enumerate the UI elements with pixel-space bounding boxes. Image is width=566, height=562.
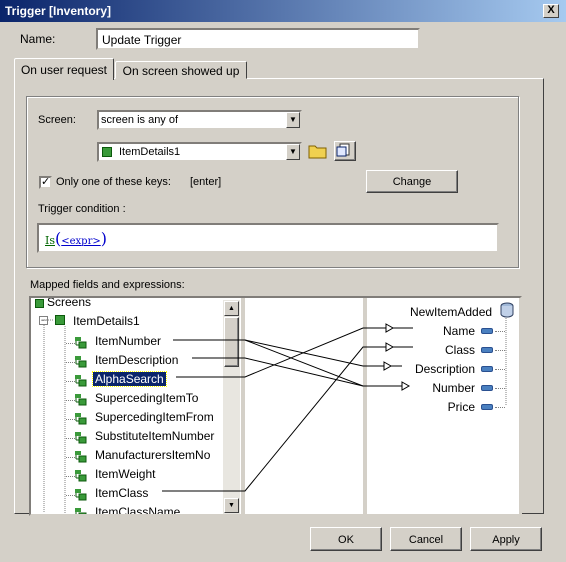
target-branch: [495, 331, 505, 332]
scroll-down-icon[interactable]: ▼: [224, 498, 239, 513]
only-keys-checkbox[interactable]: ✓: [39, 176, 52, 189]
tree-branch: [66, 457, 75, 458]
source-tree[interactable]: Screens − ItemDetails1 ItemNumber ItemDes…: [31, 298, 241, 514]
name-label: Name:: [20, 32, 56, 46]
cancel-button[interactable]: Cancel: [390, 527, 462, 551]
tree-branch: [66, 400, 75, 401]
tree-lines: [43, 319, 66, 513]
close-button[interactable]: X: [543, 4, 559, 18]
trigger-condition-label: Trigger condition :: [38, 203, 126, 215]
target-branch: [495, 369, 505, 370]
ok-button[interactable]: OK: [310, 527, 382, 551]
screen-label: Screen:: [38, 114, 76, 126]
window-title: Trigger [Inventory]: [5, 4, 112, 18]
close-icon: X: [547, 4, 555, 16]
chevron-down-icon[interactable]: ▼: [286, 112, 300, 128]
chevron-down-icon[interactable]: ▼: [286, 144, 300, 160]
tree-branch: [66, 381, 75, 382]
mapped-label: Mapped fields and expressions:: [30, 279, 185, 291]
tree-branch: [66, 476, 75, 477]
field-type-icon: [481, 404, 493, 410]
tab-on-user-request[interactable]: On user request: [14, 58, 114, 80]
tab-on-screen-showed-up[interactable]: On screen showed up: [115, 61, 247, 79]
tree-branch: [66, 419, 75, 420]
field-type-icon: [481, 366, 493, 372]
field-icon: [75, 432, 87, 444]
field-icon: [75, 451, 87, 463]
condition-close-paren: ): [100, 229, 107, 248]
link-canvas: [245, 298, 363, 514]
field-icon: [75, 508, 87, 514]
name-input[interactable]: Update Trigger: [96, 28, 420, 50]
screen-icon: [102, 147, 112, 157]
tree-field-item[interactable]: ItemClass: [93, 486, 150, 500]
field-icon: [75, 375, 87, 387]
target-field[interactable]: Price: [448, 400, 475, 414]
target-field[interactable]: Class: [445, 343, 475, 357]
screen-mode-value: screen is any of: [101, 114, 179, 126]
tree-branch: [66, 438, 75, 439]
tree-field-item[interactable]: ItemDescription: [93, 353, 180, 367]
only-keys-label: Only one of these keys:: [56, 176, 171, 188]
apply-button[interactable]: Apply: [470, 527, 542, 551]
condition-arg[interactable]: <expr>: [61, 236, 101, 247]
field-icon: [75, 470, 87, 482]
screen-mode-select[interactable]: screen is any of: [97, 110, 302, 130]
tree-field-item[interactable]: SubstituteItemNumber: [93, 429, 216, 443]
database-icon[interactable]: [498, 301, 516, 319]
tree-field-item[interactable]: ItemNumber: [93, 334, 163, 348]
target-field[interactable]: Description: [415, 362, 475, 376]
target-branch: [495, 407, 505, 408]
condition-function[interactable]: Is: [45, 234, 55, 247]
tree-field-item[interactable]: ItemClassName: [93, 505, 182, 514]
field-icon: [75, 394, 87, 406]
tree-branch: [66, 343, 75, 344]
target-title: NewItemAdded: [410, 305, 493, 319]
screen-value: ItemDetails1: [119, 146, 181, 158]
tree-field-item[interactable]: SupercedingItemTo: [93, 391, 200, 405]
tree-branch: [66, 362, 75, 363]
condition-editor[interactable]: Is(<expr>): [37, 223, 499, 253]
screen-select[interactable]: ItemDetails1: [97, 142, 302, 162]
target-field[interactable]: Number: [432, 381, 475, 395]
tree-field-item[interactable]: ManufacturersItemNo: [93, 448, 212, 462]
keys-value: [enter]: [190, 176, 222, 188]
copy-icon: [336, 143, 350, 157]
field-icon: [75, 413, 87, 425]
field-icon: [75, 356, 87, 368]
field-type-icon: [481, 385, 493, 391]
scroll-up-icon[interactable]: ▲: [224, 301, 239, 316]
folder-icon[interactable]: [308, 142, 328, 160]
target-field[interactable]: Name: [443, 324, 475, 338]
tree-field-item[interactable]: ItemWeight: [93, 467, 157, 481]
tree-field-item[interactable]: AlphaSearch: [92, 371, 167, 387]
change-button[interactable]: Change: [366, 170, 458, 193]
scroll-thumb[interactable]: [224, 317, 239, 367]
copy-screen-button[interactable]: [334, 141, 356, 161]
field-icon: [75, 489, 87, 501]
tree-branch: [66, 495, 75, 496]
target-branch: [495, 388, 505, 389]
tree-field-item[interactable]: SupercedingItemFrom: [93, 410, 216, 424]
field-type-icon: [481, 328, 493, 334]
field-type-icon: [481, 347, 493, 353]
field-icon: [75, 337, 87, 349]
target-branch: [495, 350, 505, 351]
